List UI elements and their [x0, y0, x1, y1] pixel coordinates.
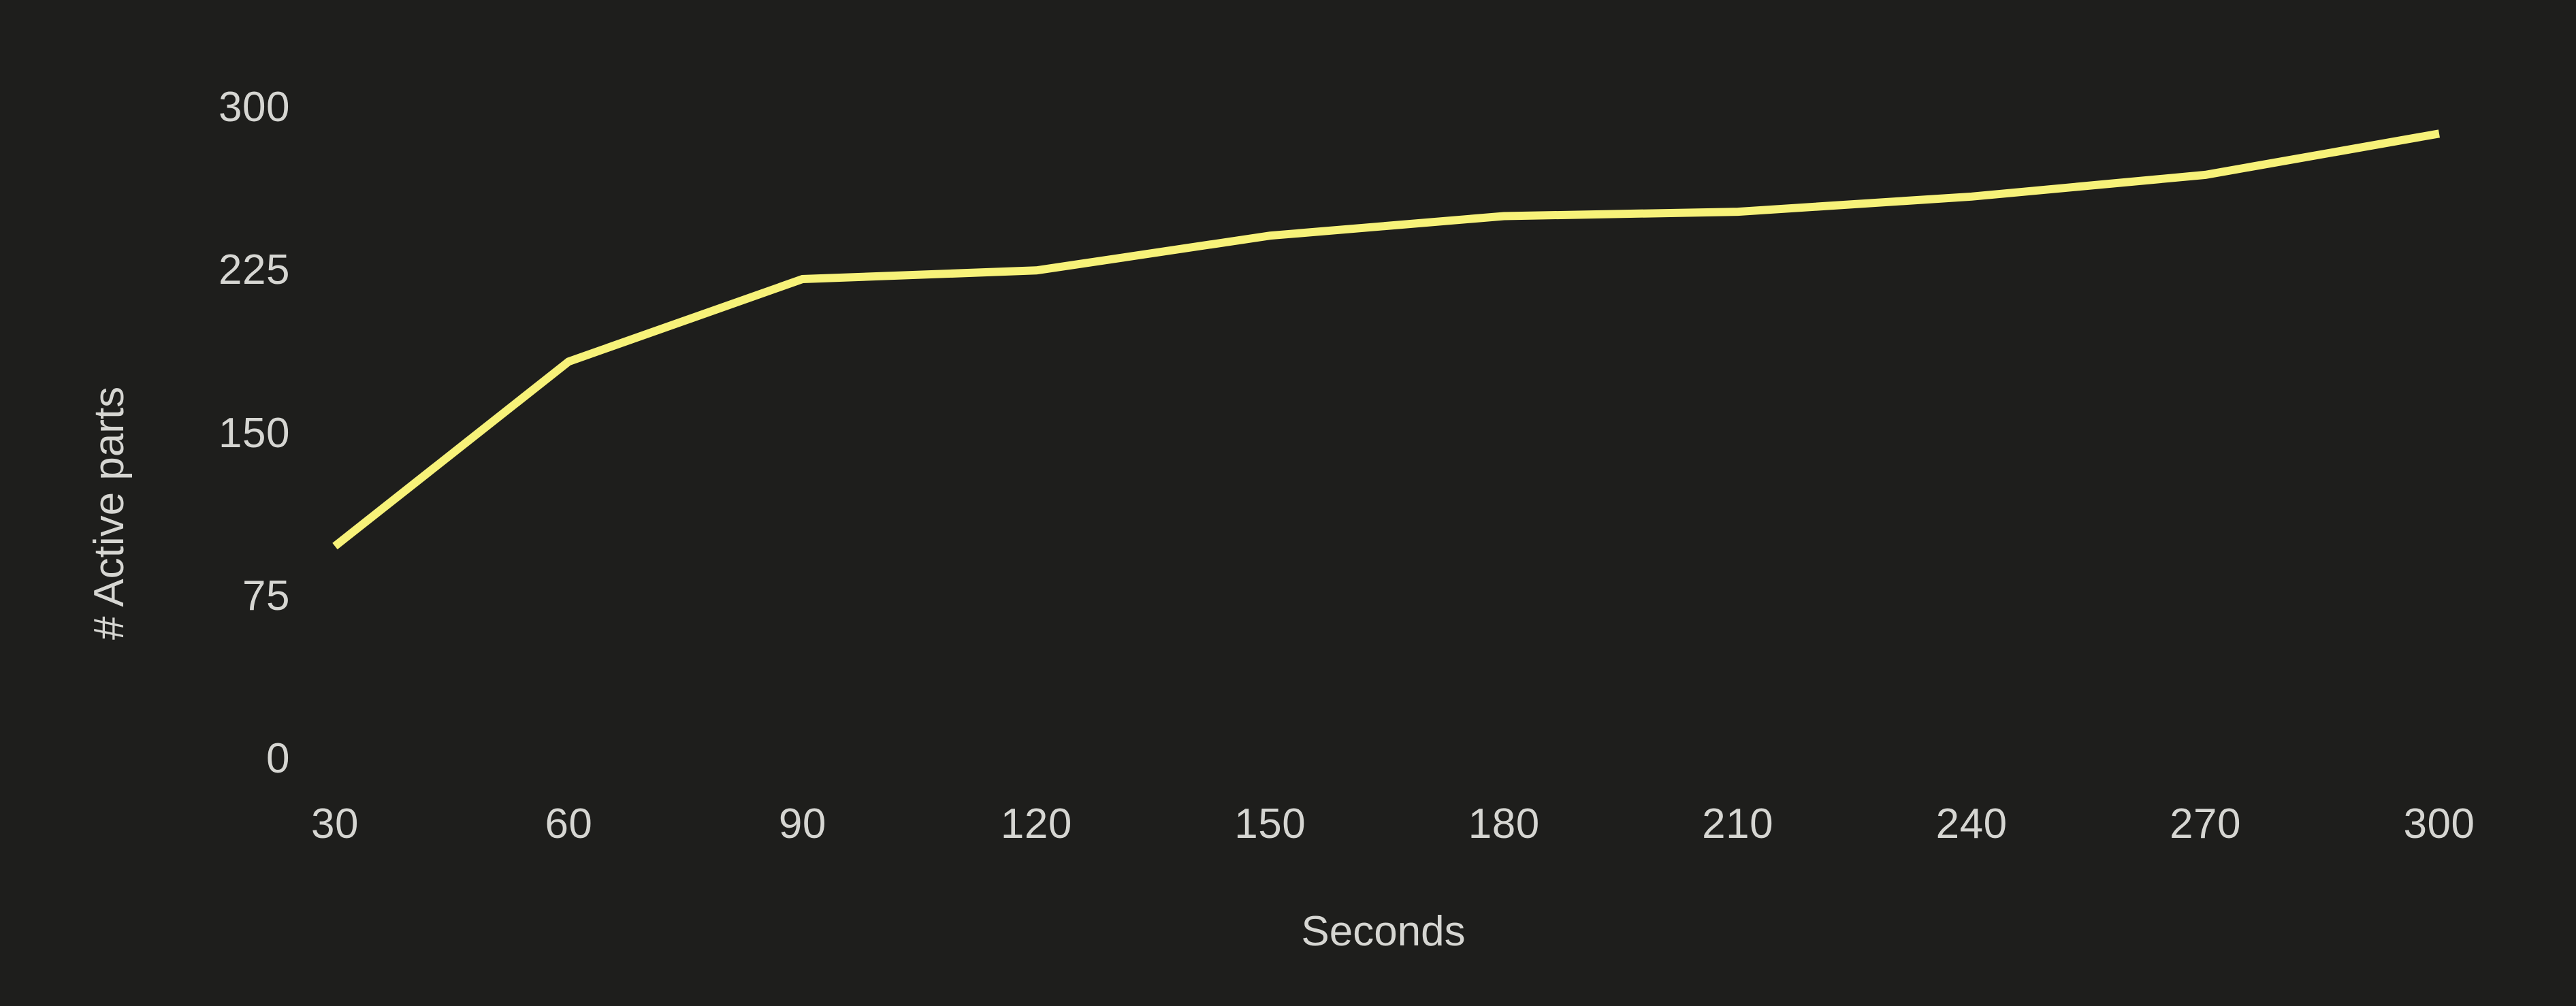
x-tick-label: 60 — [545, 800, 593, 847]
plot-area — [332, 129, 2441, 550]
line-chart: 300 225 150 75 0 30 60 90 120 150 180 210 240 270 300… — [0, 0, 2576, 1006]
y-tick-label: 75 — [242, 572, 290, 619]
x-axis-title: Seconds — [1301, 908, 1466, 955]
x-tick-label: 210 — [1702, 800, 1774, 847]
y-tick-label: 150 — [219, 409, 290, 457]
x-tick-label: 150 — [1234, 800, 1306, 847]
x-tick-label: 90 — [778, 800, 826, 847]
y-tick-label: 0 — [266, 735, 290, 782]
x-tick-label: 300 — [2403, 800, 2475, 847]
x-tick-label: 120 — [1000, 800, 1072, 847]
data-series-line — [332, 129, 2441, 550]
y-axis-title: # Active parts — [86, 386, 133, 640]
x-tick-label: 180 — [1468, 800, 1540, 847]
y-tick-label: 225 — [219, 246, 290, 294]
y-tick-label: 300 — [219, 84, 290, 131]
x-tick-label: 270 — [2170, 800, 2242, 847]
x-tick-label: 240 — [1935, 800, 2008, 847]
x-tick-label: 30 — [311, 800, 359, 847]
